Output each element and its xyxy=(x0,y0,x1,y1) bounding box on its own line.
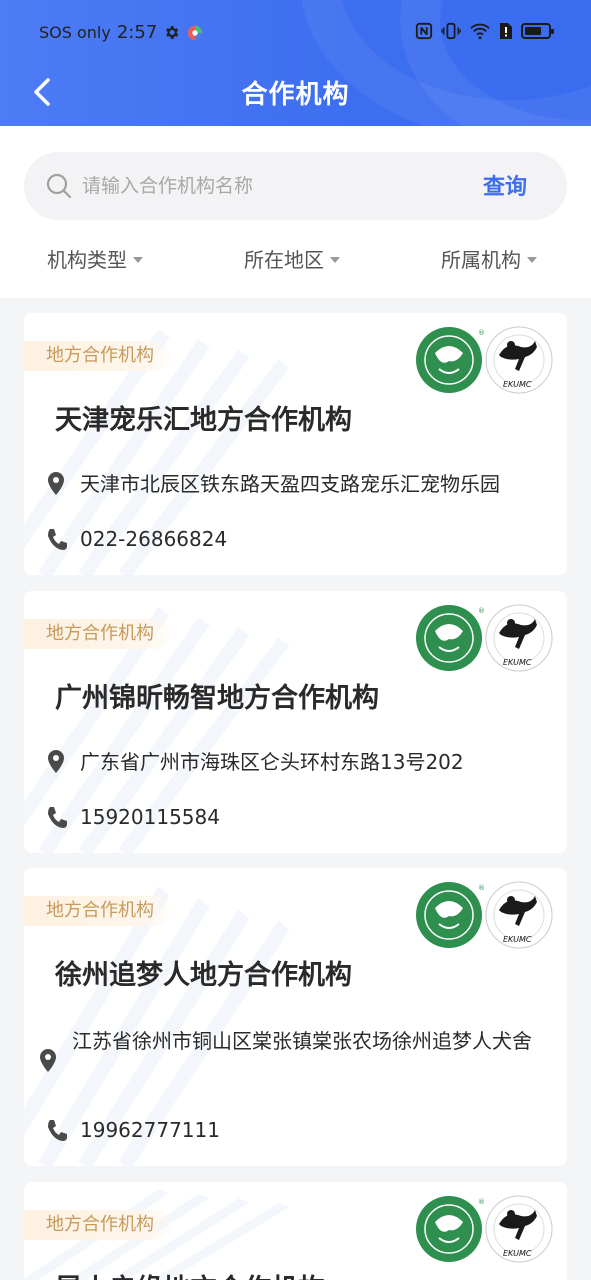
phone-row[interactable]: 19962777111 xyxy=(44,1117,220,1147)
wifi-icon xyxy=(470,23,490,40)
svg-text:®: ® xyxy=(478,884,485,892)
institution-phone: 19962777111 xyxy=(80,1118,220,1142)
institution-type-tag: 地方合作机构 xyxy=(24,341,170,371)
institution-card[interactable]: 地方合作机构 ® EKUMC 昆山启缘地方合作机构 xyxy=(24,1182,567,1280)
address-row: 江苏省徐州市铜山区棠张镇棠张农场徐州追梦人犬舍 xyxy=(36,1028,542,1074)
search-icon xyxy=(46,173,72,199)
page-title: 合作机构 xyxy=(241,80,350,110)
institution-name: 昆山启缘地方合作机构 xyxy=(55,1267,325,1280)
institution-card[interactable]: 地方合作机构 ® EKUMC 天津宠乐汇地方合作机构 天津市北辰区铁东路天盈四支… xyxy=(24,313,567,575)
logo-text: EKUMC xyxy=(503,380,532,389)
battery-icon xyxy=(521,23,554,39)
kennel-union-logo-icon: ® EKUMC xyxy=(416,881,553,949)
institution-phone: 022-26866824 xyxy=(80,527,228,551)
kennel-union-logo-icon: ® EKUMC xyxy=(416,604,553,672)
settings-gear-icon xyxy=(166,26,179,39)
institution-name: 广州锦昕畅智地方合作机构 xyxy=(55,683,379,714)
filter-label: 所属机构 xyxy=(441,248,521,272)
institution-type-tag: 地方合作机构 xyxy=(24,1210,170,1240)
location-pin-icon xyxy=(40,1049,56,1072)
institution-address: 江苏省徐州市铜山区棠张镇棠张农场徐州追梦人犬舍 xyxy=(72,1029,532,1053)
address-row: 天津市北辰区铁东路天盈四支路宠乐汇宠物乐园 xyxy=(44,471,500,501)
address-row: 广东省广州市海珠区仑头环村东路13号202 xyxy=(44,749,464,779)
filter-region[interactable]: 所在地区 xyxy=(244,244,340,273)
svg-text:®: ® xyxy=(478,1198,485,1206)
phone-icon xyxy=(48,1120,67,1141)
institution-card[interactable]: 地方合作机构 ® EKUMC 徐州追梦人地方合作机构 江苏省徐州市铜山区棠张镇棠… xyxy=(24,868,567,1166)
search-button[interactable]: 查询 xyxy=(483,169,527,201)
phone-icon xyxy=(48,807,67,828)
kennel-union-logo-icon: ® EKUMC xyxy=(416,1195,553,1263)
logo-text: EKUMC xyxy=(503,935,532,944)
svg-text:®: ® xyxy=(478,329,485,337)
search-bar: 查询 xyxy=(24,152,567,220)
carrier-text: SOS only xyxy=(39,23,111,42)
app-header: SOS only 2:57 合作机构 xyxy=(0,0,591,126)
filter-label: 所在地区 xyxy=(244,248,324,272)
caret-down-icon xyxy=(527,256,537,263)
caret-down-icon xyxy=(330,256,340,263)
logo-text: EKUMC xyxy=(503,1249,532,1258)
search-section: 查询 机构类型 所在地区 所属机构 xyxy=(0,126,591,298)
location-pin-icon xyxy=(48,472,64,495)
institution-name: 徐州追梦人地方合作机构 xyxy=(55,960,352,991)
kennel-union-logo-icon: ® EKUMC xyxy=(416,326,553,394)
caret-down-icon xyxy=(133,256,143,263)
phone-row[interactable]: 15920115584 xyxy=(44,804,220,834)
institution-address: 天津市北辰区铁东路天盈四支路宠乐汇宠物乐园 xyxy=(80,472,500,496)
sim-alert-icon xyxy=(500,23,512,39)
phone-icon xyxy=(48,529,67,550)
institution-address: 广东省广州市海珠区仑头环村东路13号202 xyxy=(80,750,464,774)
app-notification-icon xyxy=(188,25,203,40)
institution-phone: 15920115584 xyxy=(80,805,220,829)
filter-parent-institution[interactable]: 所属机构 xyxy=(441,244,537,273)
vibrate-icon xyxy=(441,22,461,40)
status-bar: SOS only 2:57 xyxy=(0,0,591,66)
filter-label: 机构类型 xyxy=(47,248,127,272)
institution-card[interactable]: 地方合作机构 ® EKUMC 广州锦昕畅智地方合作机构 广东省广州市海珠区仑头环… xyxy=(24,591,567,853)
nfc-icon xyxy=(415,22,433,40)
institution-type-tag: 地方合作机构 xyxy=(24,896,170,926)
search-input[interactable] xyxy=(82,166,442,206)
phone-row[interactable]: 022-26866824 xyxy=(44,526,227,556)
filter-bar: 机构类型 所在地区 所属机构 xyxy=(0,244,591,280)
clock-text: 2:57 xyxy=(116,22,158,43)
location-pin-icon xyxy=(48,750,64,773)
institution-name: 天津宠乐汇地方合作机构 xyxy=(55,405,352,436)
svg-text:®: ® xyxy=(478,607,485,615)
logo-text: EKUMC xyxy=(503,658,532,667)
filter-institution-type[interactable]: 机构类型 xyxy=(47,244,143,273)
institution-type-tag: 地方合作机构 xyxy=(24,619,170,649)
